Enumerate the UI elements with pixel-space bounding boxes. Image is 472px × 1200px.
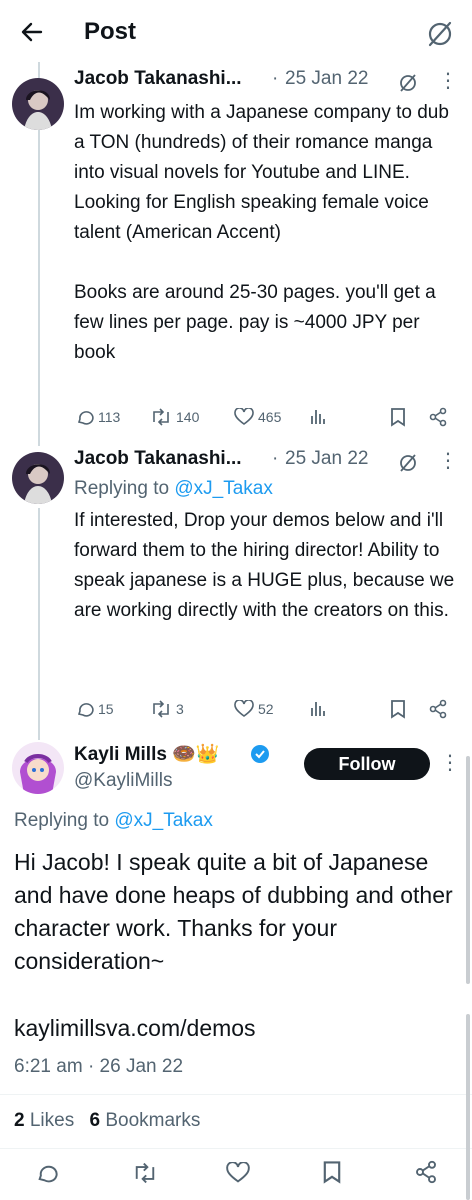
- share-icon: [429, 407, 447, 427]
- more-icon[interactable]: ⋮: [440, 750, 460, 775]
- scrollbar[interactable]: [466, 756, 470, 984]
- post-date[interactable]: 25 Jan 22: [285, 68, 368, 90]
- repost-count: 140: [176, 409, 200, 425]
- bookmark-button[interactable]: [390, 407, 406, 427]
- heart-icon: [234, 700, 254, 717]
- bookmark-icon: [391, 700, 405, 719]
- grok-icon[interactable]: [398, 73, 418, 93]
- demo-link[interactable]: kaylimillsva.com/demos: [14, 1012, 256, 1045]
- heart-icon: [226, 1162, 250, 1183]
- repost-button[interactable]: [132, 1162, 158, 1184]
- share-button[interactable]: [428, 699, 448, 719]
- views-button[interactable]: [310, 408, 326, 426]
- dot-separator: ·: [272, 448, 279, 469]
- likes-stat[interactable]: 2 Likes: [14, 1110, 80, 1131]
- avatar[interactable]: [12, 452, 64, 504]
- back-button[interactable]: [14, 14, 50, 50]
- thread-line: [38, 508, 40, 740]
- comment-icon: [77, 411, 94, 425]
- repost-icon: [153, 408, 169, 426]
- verified-badge-icon: [250, 744, 270, 764]
- page-title: Post: [84, 18, 137, 45]
- arrow-left-icon: [21, 22, 43, 42]
- repost-icon: [135, 1162, 155, 1184]
- likes-label: Likes: [29, 1110, 75, 1131]
- post-text: Im working with a Japanese company to du…: [74, 102, 449, 363]
- likes-count: 2: [14, 1110, 25, 1131]
- replying-to: Replying to @xJ_Takax: [74, 478, 273, 500]
- divider: [0, 1094, 472, 1095]
- grok-icon: [428, 21, 452, 47]
- heart-icon: [234, 408, 254, 425]
- post-text: Hi Jacob! I speak quite a bit of Japanes…: [14, 849, 453, 974]
- reply-button[interactable]: [36, 1162, 58, 1184]
- share-icon: [416, 1160, 436, 1184]
- comment-icon: [38, 1165, 58, 1183]
- bookmark-button[interactable]: [390, 699, 406, 719]
- more-icon[interactable]: ⋮: [438, 448, 458, 473]
- share-icon: [429, 699, 447, 719]
- like-button[interactable]: 465: [234, 408, 281, 426]
- replying-handle[interactable]: @xJ_Takax: [114, 810, 213, 831]
- dot-separator: ·: [87, 1056, 95, 1077]
- engagement-stats: 2 Likes 6 Bookmarks: [14, 1110, 200, 1132]
- thread-line: [38, 130, 40, 446]
- post-time: 6:21 am: [14, 1056, 83, 1077]
- repost-button[interactable]: 3: [150, 700, 184, 718]
- bar-chart-icon: [311, 702, 325, 716]
- replying-handle[interactable]: @xJ_Takax: [174, 478, 273, 499]
- like-button[interactable]: 52: [234, 700, 274, 718]
- top-bar: Post: [0, 0, 472, 66]
- post-date[interactable]: 25 Jan 22: [285, 448, 368, 470]
- avatar[interactable]: [12, 78, 64, 130]
- replying-label: Replying to: [14, 810, 110, 831]
- bookmarks-count: 6: [89, 1110, 101, 1131]
- like-button[interactable]: [226, 1162, 250, 1184]
- views-button[interactable]: [310, 700, 326, 718]
- reply-count: 113: [98, 409, 121, 425]
- author-name[interactable]: Kayli Mills 🍩👑: [74, 742, 220, 766]
- bookmark-icon: [323, 1161, 341, 1184]
- bookmark-button[interactable]: [322, 1160, 342, 1184]
- like-count: 465: [258, 409, 282, 425]
- post-timestamp[interactable]: 6:21 am · 26 Jan 22: [14, 1056, 183, 1078]
- share-button[interactable]: [414, 1160, 438, 1184]
- bookmarks-label: Bookmarks: [105, 1110, 201, 1131]
- reply-count: 15: [98, 701, 114, 717]
- author-handle[interactable]: @KayliMills: [74, 770, 172, 792]
- author-name[interactable]: Jacob Takanashi...: [74, 448, 242, 470]
- dot-separator: ·: [272, 68, 279, 89]
- follow-button[interactable]: Follow: [304, 748, 430, 780]
- grok-button[interactable]: [422, 16, 458, 52]
- more-icon[interactable]: ⋮: [438, 68, 458, 93]
- like-count: 52: [258, 701, 274, 717]
- bar-chart-icon: [311, 410, 325, 424]
- grok-icon[interactable]: [398, 453, 418, 473]
- repost-icon: [153, 700, 169, 718]
- comment-icon: [77, 703, 94, 717]
- replying-to: Replying to @xJ_Takax: [14, 810, 213, 832]
- repost-button[interactable]: 140: [150, 408, 199, 426]
- scrollbar[interactable]: [466, 1014, 470, 1200]
- avatar[interactable]: [12, 742, 64, 794]
- reply-button[interactable]: 113: [76, 408, 120, 426]
- divider: [0, 1148, 472, 1149]
- share-button[interactable]: [428, 407, 448, 427]
- post-text: If interested, Drop your demos below and…: [74, 510, 455, 621]
- author-emoji: 🍩👑: [172, 744, 220, 765]
- bookmarks-stat[interactable]: 6 Bookmarks: [90, 1110, 201, 1131]
- replying-label: Replying to: [74, 478, 170, 499]
- reply-button[interactable]: 15: [76, 700, 114, 718]
- bookmark-icon: [391, 408, 405, 427]
- post-date: 26 Jan 22: [99, 1056, 184, 1077]
- repost-count: 3: [176, 701, 184, 717]
- author-name-text: Kayli Mills: [74, 744, 167, 765]
- author-name[interactable]: Jacob Takanashi...: [74, 68, 242, 90]
